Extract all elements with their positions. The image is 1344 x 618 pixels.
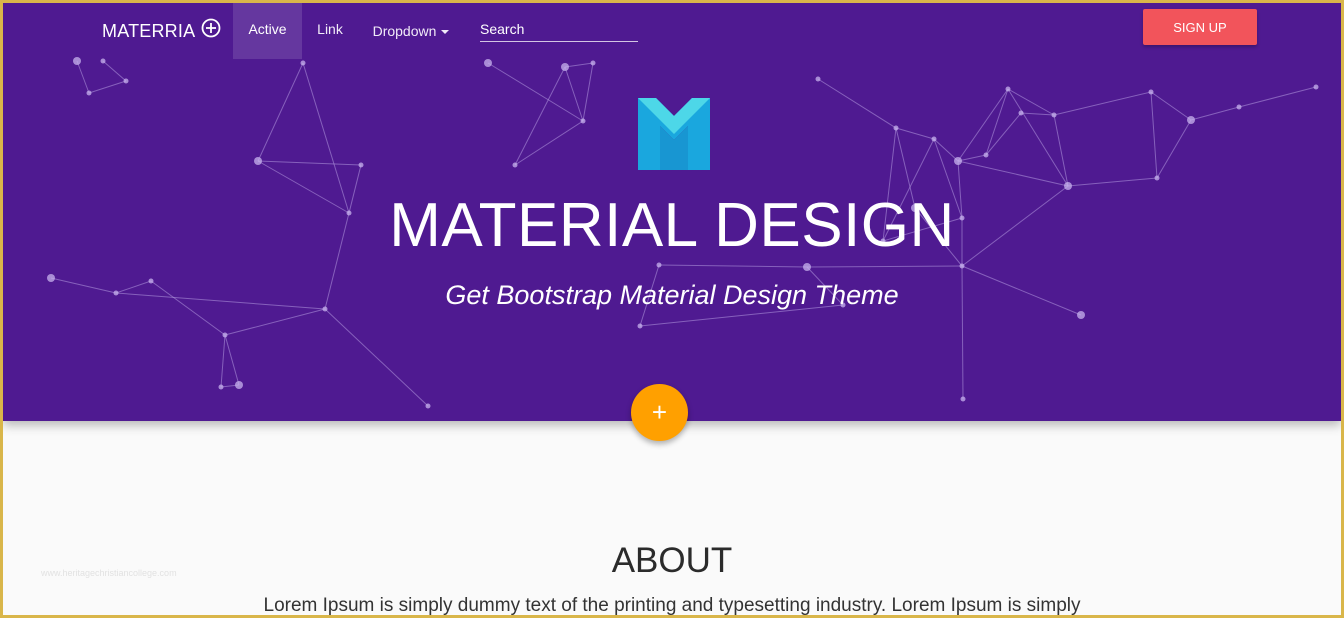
network-dot — [959, 263, 965, 269]
nav-item-active-label: Active — [248, 21, 287, 37]
network-dot — [815, 76, 821, 82]
network-line — [957, 88, 1009, 162]
about-text: Lorem Ipsum is simply dummy text of the … — [263, 595, 1081, 615]
network-line — [224, 334, 240, 386]
page-frame: MATERRIA Active Link Dropdown SIGN UP — [3, 3, 1341, 615]
nav-item-link[interactable]: Link — [315, 3, 345, 59]
network-dot — [235, 381, 243, 389]
sign-up-button[interactable]: SIGN UP — [1143, 9, 1257, 45]
network-line — [487, 62, 584, 122]
network-dot — [100, 58, 106, 64]
network-line — [1156, 119, 1192, 179]
nav-item-dropdown-label: Dropdown — [372, 23, 437, 39]
network-dot — [1187, 116, 1195, 124]
network-dot — [960, 396, 966, 402]
network-line — [895, 127, 935, 140]
network-dot — [931, 136, 937, 142]
network-dot — [1148, 89, 1154, 95]
network-line — [817, 78, 897, 129]
network-line — [1007, 88, 1055, 116]
network-dot — [425, 403, 431, 409]
m-logo — [638, 98, 710, 170]
network-line — [1053, 91, 1152, 116]
network-dot — [893, 125, 899, 131]
network-line — [1238, 86, 1317, 108]
network-line — [257, 62, 304, 162]
nav-item-link-label: Link — [317, 21, 343, 37]
network-line — [1020, 112, 1055, 116]
caret-down-icon — [441, 30, 450, 34]
network-dot — [803, 263, 811, 271]
network-line — [514, 120, 584, 166]
network-dot — [580, 118, 586, 124]
network-dot — [254, 157, 262, 165]
network-dot — [1154, 175, 1160, 181]
network-line — [564, 66, 584, 122]
brand-name: MATERRIA — [102, 20, 196, 41]
network-dot — [218, 384, 224, 390]
network-line — [1150, 91, 1192, 121]
network-line — [514, 66, 566, 166]
network-line — [564, 62, 594, 68]
network-dot — [1005, 86, 1011, 92]
network-line — [1190, 106, 1240, 121]
network-line — [985, 88, 1009, 156]
network-line — [76, 60, 90, 94]
network-line — [985, 112, 1022, 156]
network-line — [88, 80, 127, 94]
network-dot — [86, 90, 92, 96]
network-line — [257, 160, 362, 166]
network-line — [1007, 88, 1069, 187]
hero-subtitle: Get Bootstrap Material Design Theme — [445, 280, 899, 310]
network-line — [806, 265, 963, 268]
network-line — [957, 154, 987, 162]
add-fab-button[interactable]: + — [631, 384, 688, 441]
network-dot — [222, 332, 228, 338]
network-dot — [358, 162, 364, 168]
hero-section: MATERRIA Active Link Dropdown SIGN UP — [3, 3, 1341, 421]
network-line — [1150, 91, 1158, 179]
network-dot — [484, 59, 492, 67]
network-line — [102, 60, 127, 82]
plus-circle-icon — [201, 18, 221, 38]
network-dot — [561, 63, 569, 71]
brand[interactable]: MATERRIA — [102, 3, 221, 59]
network-line — [220, 334, 226, 388]
about-title: ABOUT — [611, 541, 733, 580]
network-dot — [123, 78, 129, 84]
network-line — [957, 160, 1069, 187]
nav-item-active[interactable]: Active — [233, 3, 302, 59]
network-dot — [954, 157, 962, 165]
network-dot — [1313, 84, 1319, 90]
network-dot — [300, 60, 306, 66]
network-dot — [637, 323, 643, 329]
network-dot — [656, 262, 662, 268]
network-line — [1067, 177, 1158, 187]
network-dot — [1018, 110, 1024, 116]
network-dot — [512, 162, 518, 168]
network-dot — [1236, 104, 1242, 110]
network-dot — [1051, 112, 1057, 118]
hero-title: MATERIAL DESIGN — [389, 191, 955, 260]
network-line — [582, 62, 594, 122]
network-line — [658, 264, 808, 268]
network-dot — [590, 60, 596, 66]
network-line — [324, 308, 429, 407]
search-input[interactable] — [480, 17, 638, 42]
nav-item-dropdown[interactable]: Dropdown — [371, 3, 451, 59]
navbar: MATERRIA Active Link Dropdown SIGN UP — [3, 3, 1341, 59]
network-dot — [983, 152, 989, 158]
